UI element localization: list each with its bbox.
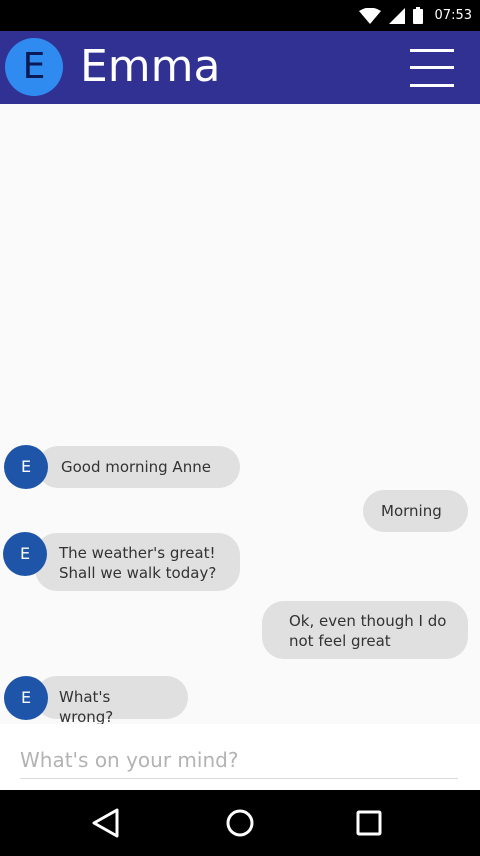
message-bubble-incoming[interactable]: What's wrong?	[35, 676, 188, 726]
message-composer	[0, 724, 480, 790]
message-text-line: not feel great	[289, 632, 391, 650]
message-text: What's wrong?	[59, 688, 114, 726]
message-bubble-outgoing[interactable]: Ok, even though I do not feel great	[262, 601, 468, 659]
message-text-line: Ok, even though I do	[289, 612, 447, 630]
message-text-line: Shall we walk today?	[59, 564, 217, 582]
recents-icon[interactable]	[351, 805, 387, 841]
hamburger-menu-icon[interactable]	[410, 49, 454, 87]
cell-signal-icon	[388, 7, 405, 24]
contact-avatar[interactable]: E	[5, 38, 63, 96]
message-bubble-incoming[interactable]: The weather's great! Shall we walk today…	[35, 533, 240, 591]
battery-icon	[412, 7, 423, 24]
sender-avatar[interactable]: E	[4, 445, 48, 489]
chat-message-list[interactable]: E Good morning Anne Morning E The weathe…	[0, 104, 480, 726]
status-time: 07:53	[434, 8, 472, 23]
home-icon[interactable]	[222, 805, 258, 841]
message-input[interactable]	[20, 742, 458, 779]
back-icon[interactable]	[89, 805, 125, 841]
sender-avatar[interactable]: E	[3, 532, 47, 576]
message-text-line: The weather's great!	[59, 544, 216, 562]
message-bubble-incoming[interactable]: Good morning Anne	[37, 446, 240, 488]
app-bar: E Emma	[0, 31, 480, 104]
wifi-icon	[358, 7, 381, 24]
message-text: Morning	[381, 502, 442, 520]
contact-name-title: Emma	[80, 41, 221, 92]
message-text: Good morning Anne	[61, 458, 211, 476]
sender-avatar[interactable]: E	[4, 676, 48, 720]
status-bar: 07:53	[0, 0, 480, 31]
system-nav-bar	[0, 790, 480, 856]
message-bubble-outgoing[interactable]: Morning	[363, 490, 468, 532]
